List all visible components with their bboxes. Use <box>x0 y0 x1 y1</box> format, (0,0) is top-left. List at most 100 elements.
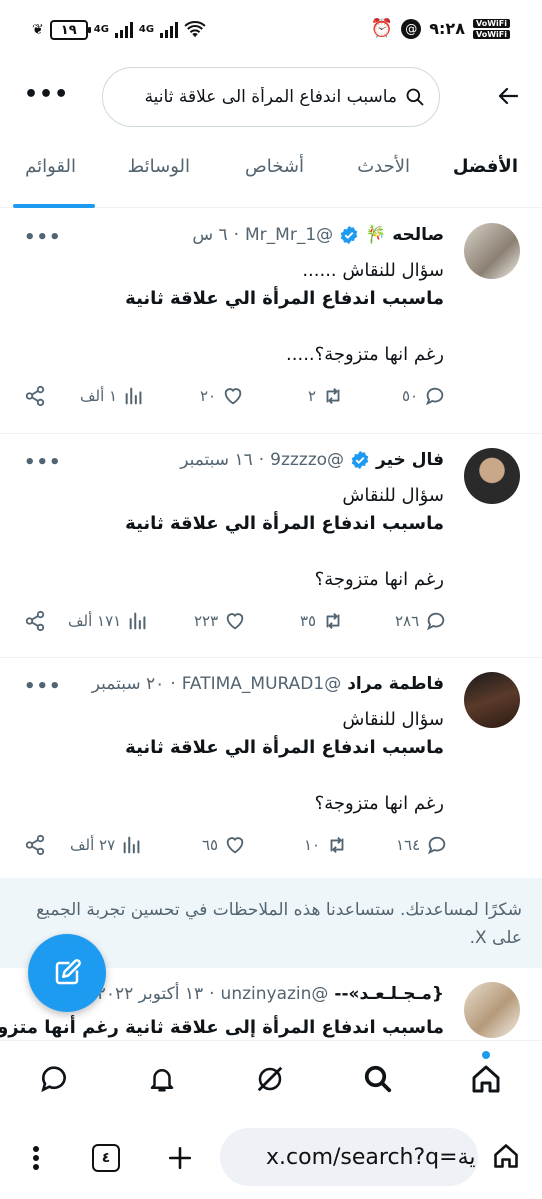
views-count: ١٧١ ألف <box>68 612 122 630</box>
separator-dot: · <box>209 984 215 1004</box>
status-right: ⏰ @ ٩:٢٨ VoWiFi VoWiFi <box>371 18 510 39</box>
retweet-button[interactable]: ١٠ <box>304 834 348 856</box>
retweets-count: ٣٥ <box>300 612 317 630</box>
author-name[interactable]: صالحه 🎋 <box>365 225 444 245</box>
author-name[interactable]: فال خير <box>376 450 444 470</box>
compose-icon <box>55 959 81 985</box>
leaf-icon: ❦ <box>32 22 44 38</box>
tweet-more-button[interactable]: ••• <box>24 452 62 473</box>
tweet-text: سؤال للنقاش ماسبب اندفاع المرأة الي علاق… <box>24 706 444 818</box>
tab-lists[interactable]: القوائم <box>25 156 76 177</box>
author-handle: @9zzzzo <box>270 450 345 470</box>
views-button[interactable]: ٢٧ ألف <box>70 834 143 856</box>
views-button[interactable]: ١ ألف <box>80 385 145 407</box>
share-button[interactable] <box>24 610 46 632</box>
notification-dot <box>482 1051 490 1059</box>
reply-icon <box>426 387 444 406</box>
avatar[interactable] <box>464 982 520 1038</box>
tweet-line <box>24 538 444 566</box>
more-options-button[interactable]: ••• <box>24 82 69 107</box>
tweet-more-button[interactable]: ••• <box>24 227 62 248</box>
home-icon <box>494 1144 518 1168</box>
tab-people[interactable]: أشخاص <box>245 156 304 177</box>
retweet-icon <box>326 613 340 629</box>
nav-home[interactable] <box>466 1059 506 1099</box>
like-button[interactable]: ٢٠ <box>200 385 244 407</box>
tweet-line: ماسبب اندفاع المرأة الي علاقة ثانية <box>125 737 444 758</box>
retweet-button[interactable]: ٣٥ <box>300 610 344 632</box>
tab-media[interactable]: الوسائط <box>128 156 190 177</box>
author-name[interactable]: {مـجـلـعـد»-- <box>334 984 444 1004</box>
nav-grok[interactable] <box>250 1059 290 1099</box>
separator-dot: · <box>258 450 265 470</box>
replies-count: ١٦٤ <box>396 836 421 854</box>
tweet-header: فاطمة مراد @FATIMA_MURAD1 · ٢٠ سبتمبر <box>92 674 444 694</box>
avatar[interactable] <box>464 223 520 279</box>
share-button[interactable] <box>24 385 46 407</box>
avatar[interactable] <box>464 448 520 504</box>
active-tab-indicator <box>13 204 95 208</box>
tweet-time[interactable]: ١٦ سبتمبر <box>180 450 253 470</box>
kebab-menu-icon <box>33 1146 39 1170</box>
retweet-button[interactable]: ٢ <box>308 385 344 407</box>
feedback-notice-text: شكرًا لمساعدتك. ستساعدنا هذه الملاحظات ف… <box>36 900 522 948</box>
author-handle: @FATIMA_MURAD1 <box>181 674 342 694</box>
tab-latest[interactable]: الأحدث <box>357 156 410 177</box>
tweet[interactable]: صالحه 🎋 @Mr_Mr_1 · ٦ س ••• سؤال للنقاش .… <box>0 209 542 434</box>
wifi-icon <box>184 21 206 38</box>
notifications-icon <box>150 1069 174 1092</box>
tab-top[interactable]: الأفضل <box>453 156 518 177</box>
vowifi-badges: VoWiFi VoWiFi <box>472 18 510 39</box>
battery-level: ١٩ <box>60 22 77 38</box>
reply-button[interactable]: ٥٠ <box>402 385 446 407</box>
reply-button[interactable]: ٢٨٦ <box>395 610 447 632</box>
tweet-text: سؤال للنقاش ...... ماسبب اندفاع المرأة ا… <box>24 257 444 369</box>
likes-count: ٦٥ <box>202 836 219 854</box>
browser-menu-button[interactable] <box>16 1138 56 1178</box>
compose-button[interactable] <box>28 934 106 1012</box>
url-text: x.com/search?q=ية <box>266 1144 476 1170</box>
share-button[interactable] <box>24 834 46 856</box>
tweet-time[interactable]: ٢٠ سبتمبر <box>92 674 165 694</box>
tweet[interactable]: فال خير @9zzzzo · ١٦ سبتمبر ••• سؤال للن… <box>0 434 542 658</box>
tweet-line: ماسبب اندفاع المرأة إلى علاقة ثانية رغم … <box>0 1017 444 1038</box>
separator-dot: · <box>233 225 240 245</box>
tweet-time[interactable]: ١٣ أكتوبر ٢٠٢٢ <box>97 984 203 1004</box>
tweet-line: سؤال للنقاش <box>342 485 444 506</box>
alarm-icon: ⏰ <box>370 18 394 39</box>
tweet[interactable]: فاطمة مراد @FATIMA_MURAD1 · ٢٠ سبتمبر ••… <box>0 658 542 878</box>
new-tab-button[interactable] <box>160 1138 200 1178</box>
views-chart-icon <box>129 612 146 630</box>
avatar[interactable] <box>464 672 520 728</box>
tweet-more-button[interactable]: ••• <box>24 676 62 697</box>
browser-home-button[interactable] <box>486 1136 526 1176</box>
back-button[interactable] <box>492 80 524 112</box>
reply-button[interactable]: ١٦٤ <box>396 834 448 856</box>
tweet-line: ماسبب اندفاع المرأة الي علاقة ثانية <box>125 513 444 534</box>
search-input[interactable]: ماسبب اندفاع المرأة الى علاقة ثانية <box>102 67 440 127</box>
nav-messages[interactable] <box>34 1059 74 1099</box>
tweet-actions: ٢٧ ألف ٦٥ ١٠ ١٦٤ <box>0 834 542 864</box>
views-button[interactable]: ١٧١ ألف <box>68 610 149 632</box>
threads-icon: @ <box>401 18 422 39</box>
nav-search[interactable] <box>358 1059 398 1099</box>
vowifi-label-2: VoWiFi <box>472 29 510 39</box>
tab-switcher-button[interactable]: ٤ <box>92 1144 120 1172</box>
home-icon <box>472 1065 500 1093</box>
nav-notifications[interactable] <box>142 1059 182 1099</box>
battery-icon: ١٩ <box>49 20 91 40</box>
search-icon <box>364 1065 392 1093</box>
heart-icon <box>226 613 244 630</box>
like-button[interactable]: ٢٢٣ <box>194 610 246 632</box>
separator-dot: · <box>170 674 176 694</box>
author-name[interactable]: فاطمة مراد <box>347 674 444 694</box>
tweet-time[interactable]: ٦ س <box>192 225 227 245</box>
heart-icon <box>226 837 244 854</box>
tweet-header: {مـجـلـعـد»-- @unzinyazin · ١٣ أكتوبر ٢٠… <box>97 984 444 1004</box>
retweets-count: ١٠ <box>304 836 321 854</box>
url-bar[interactable]: x.com/search?q=ية <box>220 1128 478 1186</box>
like-button[interactable]: ٦٥ <box>202 834 246 856</box>
tweet-header: صالحه 🎋 @Mr_Mr_1 · ٦ س <box>192 225 444 245</box>
status-bar: ❦ ١٩ 4G 4G ⏰ @ ٩:٢٨ VoWiFi VoWiFi <box>0 0 542 62</box>
search-header: ماسبب اندفاع المرأة الى علاقة ثانية ••• <box>0 62 542 132</box>
